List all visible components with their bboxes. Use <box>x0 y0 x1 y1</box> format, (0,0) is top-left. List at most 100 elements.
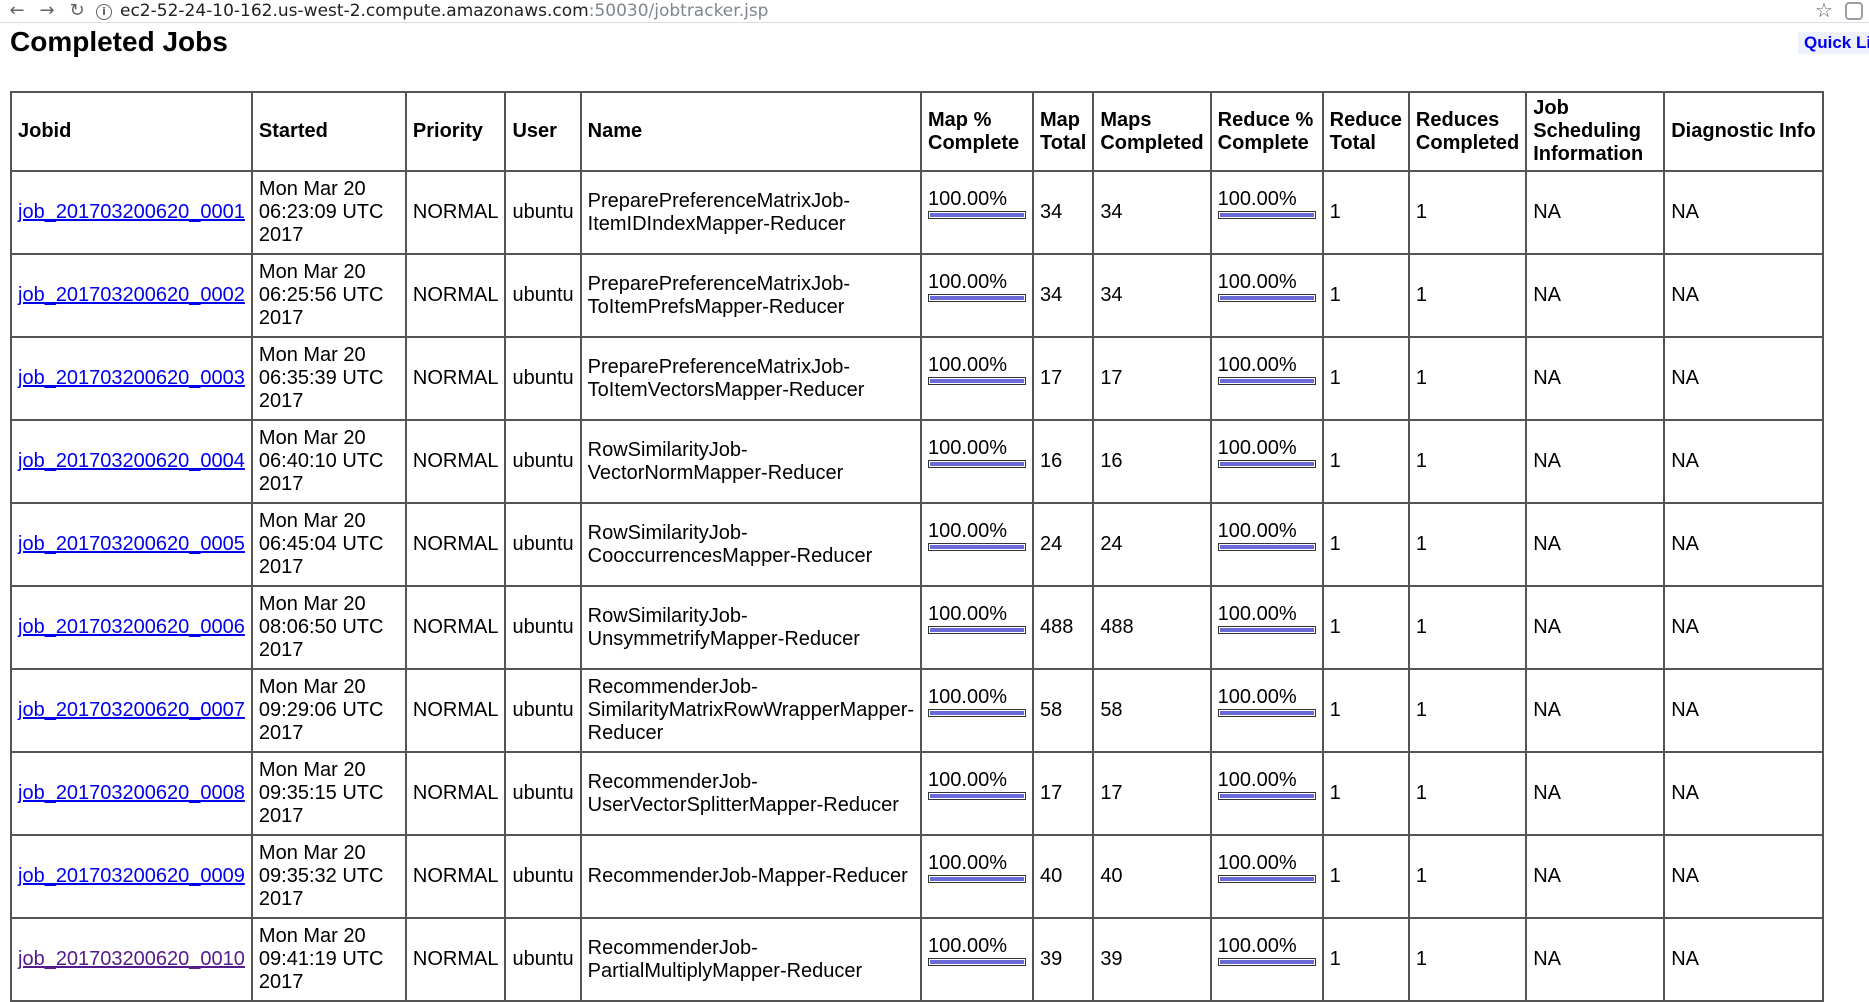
reduces-completed-cell: 1 <box>1407 751 1528 836</box>
table-row: job_201703200620_0009 Mon Mar 20 09:35:32… <box>10 834 1824 919</box>
scheduling-info-cell: NA <box>1525 170 1666 255</box>
job-name-cell: RecommenderJob-UserVectorSplitterMapper-… <box>579 751 923 836</box>
started-cell: Mon Mar 20 06:23:09 UTC 2017 <box>250 170 407 255</box>
started-cell: Mon Mar 20 09:35:15 UTC 2017 <box>250 751 407 836</box>
header-name: Name <box>579 91 923 172</box>
map-percent-cell: 100.00% <box>920 170 1035 255</box>
forward-arrow-icon[interactable]: → <box>36 1 58 21</box>
map-progress-bar <box>928 875 1027 883</box>
priority-cell: NORMAL <box>404 751 507 836</box>
started-cell: Mon Mar 20 08:06:50 UTC 2017 <box>250 585 407 670</box>
map-percent-cell: 100.00% <box>920 502 1035 587</box>
reduce-progress-bar <box>1217 294 1316 302</box>
maps-completed-cell: 24 <box>1092 502 1212 587</box>
maps-completed-cell: 40 <box>1092 834 1212 919</box>
map-progress-fill <box>930 296 1025 300</box>
scheduling-info-cell: NA <box>1525 668 1666 753</box>
diagnostic-info-cell: NA <box>1663 585 1824 670</box>
reduce-progress-bar <box>1217 543 1316 551</box>
job-link[interactable]: job_201703200620_0002 <box>18 284 245 306</box>
priority-cell: NORMAL <box>404 917 507 1002</box>
map-total-cell: 34 <box>1032 170 1095 255</box>
reduce-percent-text: 100.00% <box>1217 437 1297 459</box>
map-percent-text: 100.00% <box>928 520 1007 542</box>
maps-completed-cell: 34 <box>1092 253 1212 338</box>
header-map-total: Map Total <box>1032 91 1095 172</box>
quick-links-link[interactable]: Quick Links <box>1798 32 1869 54</box>
reduce-progress-fill <box>1219 213 1314 217</box>
header-maps-completed: Maps Completed <box>1092 91 1212 172</box>
job-link[interactable]: job_201703200620_0009 <box>18 865 245 887</box>
map-progress-bar <box>928 958 1027 966</box>
table-row: job_201703200620_0001 Mon Mar 20 06:23:09… <box>10 170 1824 255</box>
job-link[interactable]: job_201703200620_0005 <box>18 533 245 555</box>
reduce-progress-bar <box>1217 792 1316 800</box>
map-progress-bar <box>928 709 1027 717</box>
table-row: job_201703200620_0007 Mon Mar 20 09:29:06… <box>10 668 1824 753</box>
user-cell: ubuntu <box>504 751 582 836</box>
job-name-cell: RowSimilarityJob-UnsymmetrifyMapper-Redu… <box>579 585 923 670</box>
header-reduce-total: Reduce Total <box>1321 91 1410 172</box>
map-percent-text: 100.00% <box>928 603 1007 625</box>
reduce-progress-bar <box>1217 460 1316 468</box>
reduce-percent-cell: 100.00% <box>1209 834 1324 919</box>
started-cell: Mon Mar 20 06:40:10 UTC 2017 <box>250 419 407 504</box>
map-progress-bar <box>928 792 1027 800</box>
map-percent-cell: 100.00% <box>920 419 1035 504</box>
map-progress-fill <box>930 877 1025 881</box>
job-link[interactable]: job_201703200620_0001 <box>18 201 245 223</box>
header-started: Started <box>250 91 407 172</box>
map-progress-bar <box>928 294 1027 302</box>
map-percent-text: 100.00% <box>928 437 1007 459</box>
reduces-completed-cell: 1 <box>1407 419 1528 504</box>
reduce-percent-cell: 100.00% <box>1209 917 1324 1002</box>
scheduling-info-cell: NA <box>1525 502 1666 587</box>
reduce-progress-bar <box>1217 709 1316 717</box>
map-percent-cell: 100.00% <box>920 917 1035 1002</box>
map-percent-cell: 100.00% <box>920 253 1035 338</box>
started-cell: Mon Mar 20 09:35:32 UTC 2017 <box>250 834 407 919</box>
map-total-cell: 488 <box>1032 585 1095 670</box>
reduce-total-cell: 1 <box>1321 170 1410 255</box>
started-cell: Mon Mar 20 06:35:39 UTC 2017 <box>250 336 407 421</box>
map-total-cell: 17 <box>1032 751 1095 836</box>
job-link[interactable]: job_201703200620_0004 <box>18 450 245 472</box>
reduce-total-cell: 1 <box>1321 834 1410 919</box>
info-icon[interactable]: i <box>96 4 112 20</box>
reduce-percent-cell: 100.00% <box>1209 585 1324 670</box>
extension-icon[interactable] <box>1845 2 1863 20</box>
reduce-total-cell: 1 <box>1321 751 1410 836</box>
maps-completed-cell: 39 <box>1092 917 1212 1002</box>
reduce-progress-fill <box>1219 462 1314 466</box>
user-cell: ubuntu <box>504 419 582 504</box>
map-total-cell: 24 <box>1032 502 1095 587</box>
job-name-cell: PreparePreferenceMatrixJob-ToItemVectors… <box>579 336 923 421</box>
header-job-scheduling: Job Scheduling Information <box>1525 91 1666 172</box>
map-percent-cell: 100.00% <box>920 751 1035 836</box>
reduce-progress-fill <box>1219 379 1314 383</box>
reduce-percent-cell: 100.00% <box>1209 751 1324 836</box>
started-cell: Mon Mar 20 09:29:06 UTC 2017 <box>250 668 407 753</box>
job-link[interactable]: job_201703200620_0003 <box>18 367 245 389</box>
job-link[interactable]: job_201703200620_0010 <box>18 948 245 970</box>
diagnostic-info-cell: NA <box>1663 917 1824 1002</box>
scheduling-info-cell: NA <box>1525 419 1666 504</box>
bookmark-star-icon[interactable]: ☆ <box>1815 0 1833 22</box>
started-cell: Mon Mar 20 06:25:56 UTC 2017 <box>250 253 407 338</box>
priority-cell: NORMAL <box>404 419 507 504</box>
header-diagnostic-info: Diagnostic Info <box>1663 91 1824 172</box>
job-link[interactable]: job_201703200620_0008 <box>18 782 245 804</box>
reload-icon[interactable]: ↻ <box>66 1 88 21</box>
map-percent-text: 100.00% <box>928 852 1007 874</box>
maps-completed-cell: 488 <box>1092 585 1212 670</box>
job-link[interactable]: job_201703200620_0007 <box>18 699 245 721</box>
job-link[interactable]: job_201703200620_0006 <box>18 616 245 638</box>
map-progress-fill <box>930 545 1025 549</box>
url-host: ec2-52-24-10-162.us-west-2.compute.amazo… <box>120 1 589 21</box>
scheduling-info-cell: NA <box>1525 253 1666 338</box>
address-bar[interactable]: i ec2-52-24-10-162.us-west-2.compute.amaz… <box>96 0 1796 22</box>
back-arrow-icon[interactable]: ← <box>6 1 28 21</box>
priority-cell: NORMAL <box>404 170 507 255</box>
priority-cell: NORMAL <box>404 253 507 338</box>
reduce-percent-text: 100.00% <box>1217 271 1297 293</box>
